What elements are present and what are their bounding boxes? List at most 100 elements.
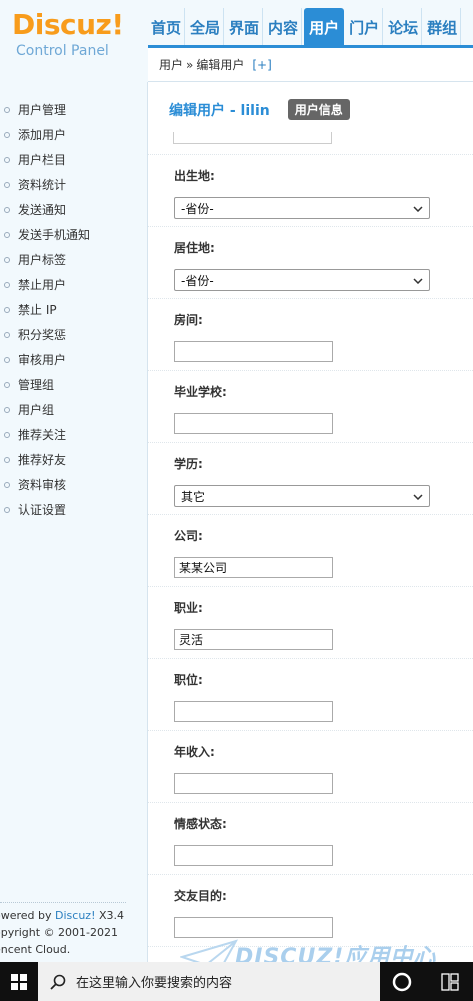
- field-label: 出生地:: [174, 169, 215, 183]
- breadcrumb-separator: »: [186, 57, 194, 72]
- residence-province-select[interactable]: -省份-: [174, 269, 430, 291]
- discuz-logo[interactable]: Discuz! Control Panel: [0, 0, 148, 82]
- chevron-down-icon: [411, 490, 425, 504]
- field-label: 情感状态:: [174, 817, 227, 831]
- title-row: 编辑用户 - lilin 用户信息: [169, 99, 350, 120]
- sidebar-item-ban-ip[interactable]: 禁止 IP: [0, 297, 148, 322]
- windows-taskbar: 在这里输入你要搜索的内容: [0, 962, 473, 1001]
- add-shortcut-button[interactable]: [+]: [252, 58, 271, 72]
- field-relationship: 情感状态:: [148, 803, 473, 875]
- income-input[interactable]: [174, 773, 333, 794]
- sidebar-item-user-tags[interactable]: 用户标签: [0, 247, 148, 272]
- chevron-down-icon: [411, 202, 425, 216]
- relationship-input[interactable]: [174, 845, 333, 866]
- field-school: 毕业学校:: [148, 371, 473, 443]
- nav-tab-global[interactable]: 全局: [187, 8, 225, 46]
- nav-tab-content[interactable]: 内容: [265, 8, 303, 46]
- company-input[interactable]: [174, 557, 333, 578]
- sidebar-item-credits[interactable]: 积分奖惩: [0, 322, 148, 347]
- bullet-icon: [4, 456, 10, 463]
- sidebar-footer: owered by Discuz! X3.4 opyright © 2001-2…: [0, 902, 126, 958]
- breadcrumb-page: 编辑用户: [196, 58, 245, 72]
- partial-input-above[interactable]: [173, 132, 332, 144]
- sidebar-item-recommend-follow[interactable]: 推荐关注: [0, 422, 148, 447]
- education-select[interactable]: 其它: [174, 485, 430, 507]
- bullet-icon: [4, 381, 10, 388]
- field-label: 年收入:: [174, 745, 215, 759]
- cortana-icon[interactable]: [390, 970, 414, 994]
- sidebar-item-send-sms[interactable]: 发送手机通知: [0, 222, 148, 247]
- top-nav: 首页 全局 界面 内容 用户 门户 论坛 群组: [148, 8, 463, 46]
- sidebar-item-profile-stats[interactable]: 资料统计: [0, 172, 148, 197]
- nav-tab-forum[interactable]: 论坛: [385, 8, 423, 46]
- logo-subtitle: Control Panel: [16, 43, 109, 59]
- birthplace-province-select[interactable]: -省份-: [174, 197, 430, 219]
- breadcrumb: 用户 » 编辑用户 [+]: [148, 48, 473, 82]
- sidebar-item-profile-review[interactable]: 资料审核: [0, 472, 148, 497]
- company-line: encent Cloud.: [0, 943, 71, 956]
- nav-tab-style[interactable]: 界面: [226, 8, 264, 46]
- bullet-icon: [4, 131, 10, 138]
- sidebar-item-moderate-users[interactable]: 审核用户: [0, 347, 148, 372]
- bullet-icon: [4, 506, 10, 513]
- bullet-icon: [4, 281, 10, 288]
- field-label: 职位:: [174, 673, 203, 687]
- page-title: 编辑用户 - lilin: [169, 102, 270, 119]
- nav-tab-user[interactable]: 用户: [304, 8, 345, 46]
- bullet-icon: [4, 181, 10, 188]
- main-content: 编辑用户 - lilin 用户信息 出生地: -省份- 居住地: -省份- 房间…: [148, 82, 473, 962]
- field-income: 年收入:: [148, 731, 473, 803]
- bullet-icon: [4, 231, 10, 238]
- sidebar-item-add-user[interactable]: 添加用户: [0, 122, 148, 147]
- bullet-icon: [4, 356, 10, 363]
- bullet-icon: [4, 256, 10, 263]
- bullet-icon: [4, 306, 10, 313]
- field-label: 学历:: [174, 457, 203, 471]
- search-icon: [50, 974, 66, 990]
- search-placeholder: 在这里输入你要搜索的内容: [76, 976, 233, 991]
- field-label: 公司:: [174, 529, 203, 543]
- field-label: 毕业学校:: [174, 385, 227, 399]
- field-label: 房间:: [174, 313, 203, 327]
- field-position: 职位:: [148, 659, 473, 731]
- sidebar-item-send-notice[interactable]: 发送通知: [0, 197, 148, 222]
- bullet-icon: [4, 406, 10, 413]
- sidebar-item-ban-user[interactable]: 禁止用户: [0, 272, 148, 297]
- sidebar-item-user-manage[interactable]: 用户管理: [0, 97, 148, 122]
- nav-tab-home[interactable]: 首页: [148, 8, 186, 46]
- lookingfor-input[interactable]: [174, 917, 333, 938]
- taskbar-search[interactable]: 在这里输入你要搜索的内容: [38, 962, 380, 1001]
- discuz-link[interactable]: Discuz!: [55, 909, 95, 922]
- nav-tab-portal[interactable]: 门户: [346, 8, 384, 46]
- task-view-icon[interactable]: [440, 972, 460, 992]
- header: Discuz! Control Panel 首页 全局 界面 内容 用户 门户 …: [0, 0, 473, 82]
- field-label: 职业:: [174, 601, 203, 615]
- sidebar-item-recommend-friends[interactable]: 推荐好友: [0, 447, 148, 472]
- position-input[interactable]: [174, 701, 333, 722]
- sidebar: 用户管理 添加用户 用户栏目 资料统计 发送通知 发送手机通知 用户标签 禁止用…: [0, 82, 148, 962]
- bullet-icon: [4, 156, 10, 163]
- bullet-icon: [4, 106, 10, 113]
- powered-by-line: owered by Discuz! X3.4: [0, 909, 125, 922]
- sidebar-menu: 用户管理 添加用户 用户栏目 资料统计 发送通知 发送手机通知 用户标签 禁止用…: [0, 97, 148, 522]
- nav-tab-group[interactable]: 群组: [424, 8, 462, 46]
- copyright-line: opyright © 2001-2021: [0, 926, 119, 939]
- bullet-icon: [4, 431, 10, 438]
- breadcrumb-section[interactable]: 用户: [159, 56, 183, 73]
- field-residence: 居住地: -省份-: [148, 227, 473, 299]
- sidebar-item-user-groups[interactable]: 用户组: [0, 397, 148, 422]
- bullet-icon: [4, 481, 10, 488]
- field-label: 居住地:: [174, 241, 215, 255]
- school-input[interactable]: [174, 413, 333, 434]
- tab-user-info[interactable]: 用户信息: [287, 99, 350, 120]
- field-company: 公司:: [148, 515, 473, 587]
- sidebar-item-admin-groups[interactable]: 管理组: [0, 372, 148, 397]
- field-birthplace: 出生地: -省份-: [148, 155, 473, 227]
- occupation-input[interactable]: [174, 629, 333, 650]
- start-button[interactable]: [0, 962, 38, 1001]
- sidebar-item-user-fields[interactable]: 用户栏目: [0, 147, 148, 172]
- bullet-icon: [4, 331, 10, 338]
- logo-wordmark: Discuz!: [12, 8, 124, 41]
- room-input[interactable]: [174, 341, 333, 362]
- sidebar-item-verify-settings[interactable]: 认证设置: [0, 497, 148, 522]
